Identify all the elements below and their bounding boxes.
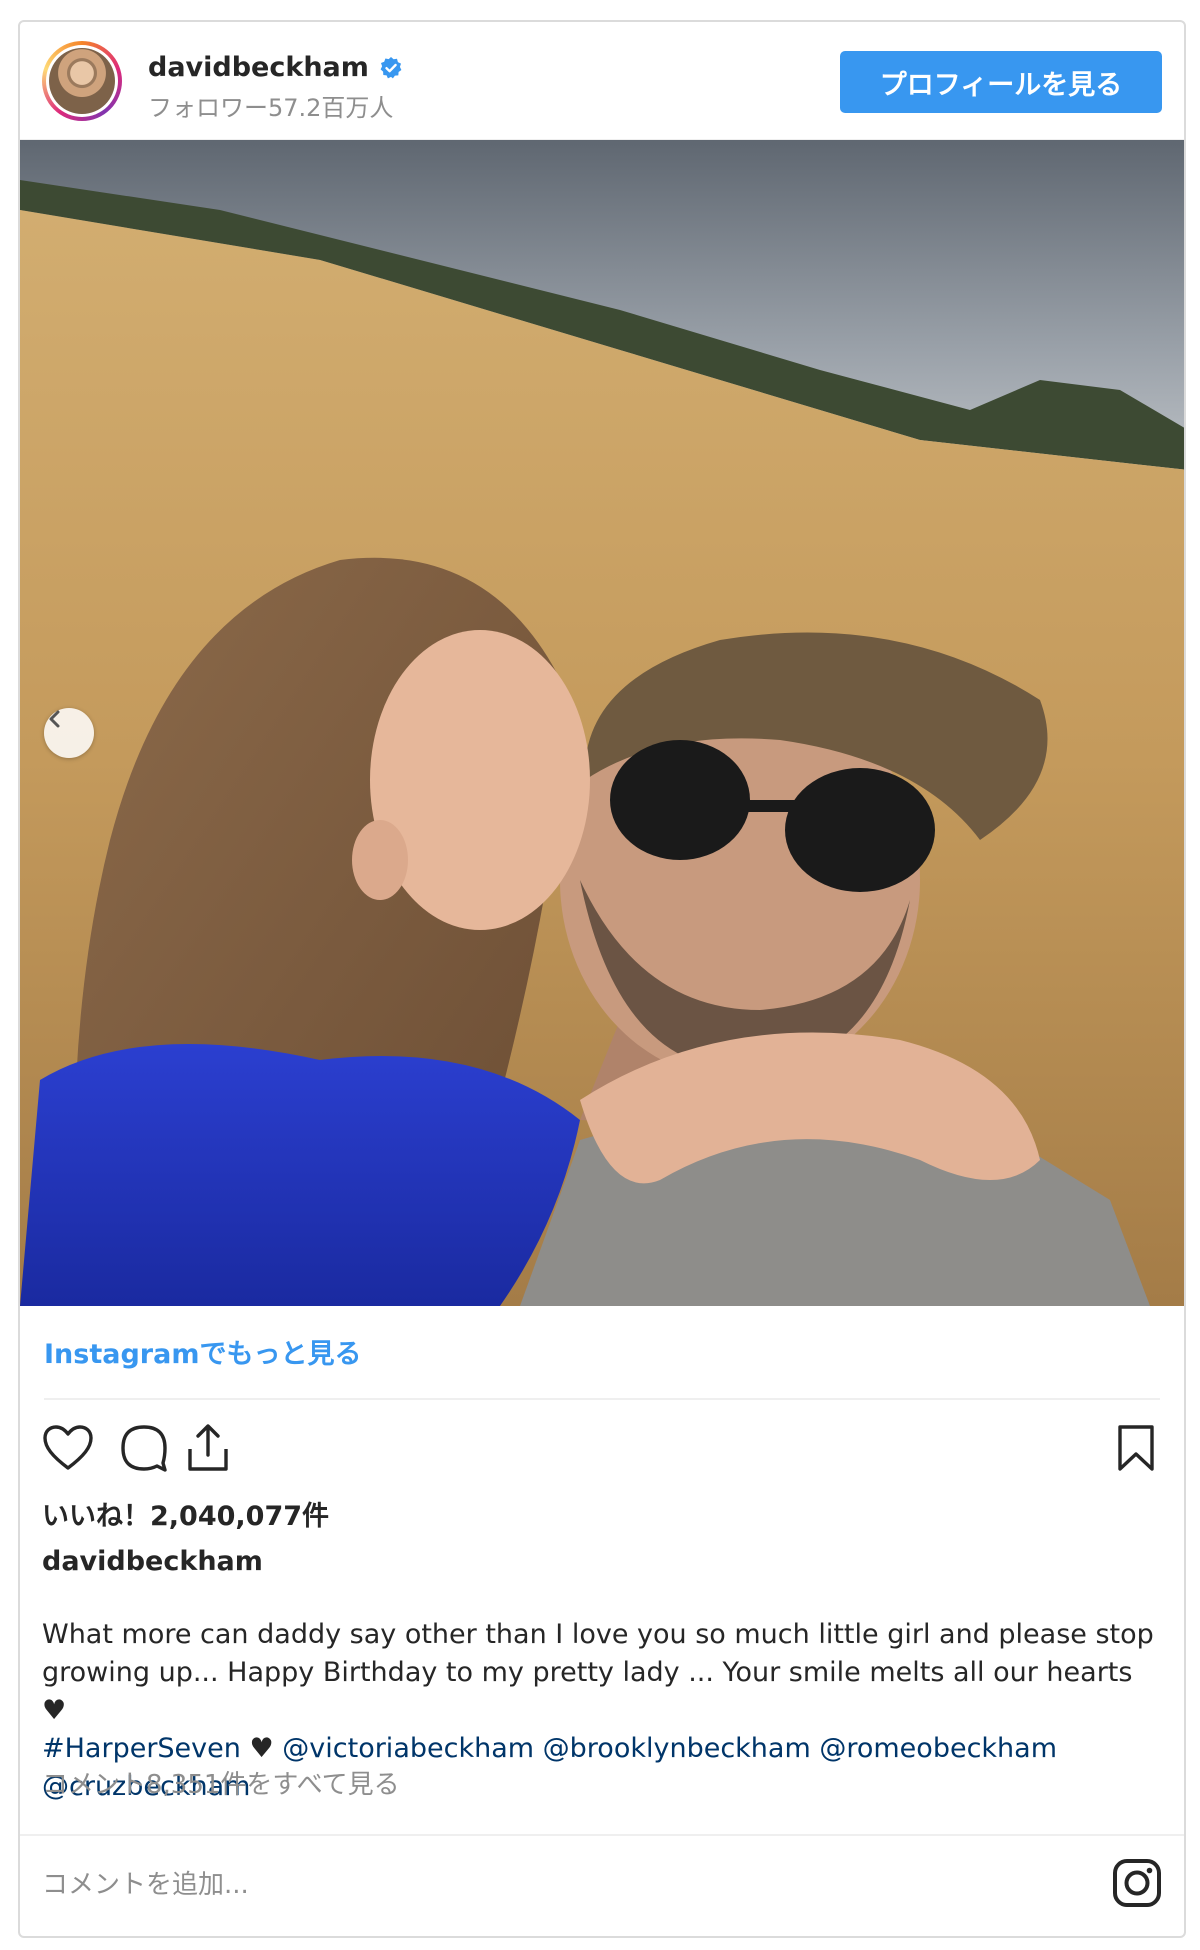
- caption-line: What more can daddy say other than I lov…: [42, 1619, 1154, 1650]
- post-photo[interactable]: [20, 140, 1184, 1306]
- instagram-logo-icon[interactable]: [1112, 1858, 1162, 1908]
- bookmark-button[interactable]: [1108, 1420, 1164, 1476]
- follower-count: フォロワー57.2百万人: [148, 94, 394, 122]
- avatar-image: [49, 48, 115, 114]
- view-profile-button[interactable]: プロフィールを見る: [840, 51, 1162, 113]
- instagram-embed-card: davidbeckham フォロワー57.2百万人 プロフィールを見る Inst…: [18, 20, 1186, 1938]
- view-more-on-instagram-link[interactable]: Instagramでもっと見る: [44, 1332, 361, 1371]
- previous-image-button[interactable]: [44, 708, 94, 758]
- comment-button[interactable]: [116, 1420, 172, 1476]
- photo-illustration: [20, 140, 1184, 1306]
- footer-divider: [20, 1834, 1184, 1836]
- bookmark-icon: [1118, 1425, 1154, 1471]
- action-bar: [40, 1420, 1164, 1476]
- view-all-comments-link[interactable]: コメント8,351件をすべて見る: [42, 1764, 400, 1801]
- share-icon: [188, 1424, 228, 1471]
- mention-link[interactable]: @victoriabeckham: [282, 1733, 534, 1764]
- caption-username[interactable]: davidbeckham: [42, 1546, 263, 1577]
- post-header: davidbeckham フォロワー57.2百万人 プロフィールを見る: [20, 22, 1184, 140]
- instagram-logo-glyph: [1113, 1859, 1161, 1907]
- heart-icon: [43, 1425, 93, 1470]
- section-divider: [44, 1398, 1160, 1400]
- share-button[interactable]: [180, 1420, 236, 1476]
- caption-heart: ♥: [249, 1733, 274, 1764]
- hashtag-link[interactable]: #HarperSeven: [42, 1733, 241, 1764]
- mention-link[interactable]: @brooklynbeckham: [543, 1733, 811, 1764]
- caption-tags-line: #HarperSeven ♥ @victoriabeckham @brookly…: [42, 1730, 1162, 1768]
- add-comment-input[interactable]: コメントを追加...: [42, 1864, 249, 1901]
- mention-link[interactable]: @romeobeckham: [819, 1733, 1057, 1764]
- header-username-text[interactable]: davidbeckham: [148, 52, 369, 83]
- avatar-frame: [46, 45, 118, 117]
- avatar[interactable]: [42, 41, 122, 121]
- comment-icon: [121, 1425, 167, 1472]
- like-count[interactable]: いいね！2,040,077件: [42, 1494, 329, 1533]
- verified-badge-icon: [380, 56, 402, 78]
- like-button[interactable]: [40, 1420, 96, 1476]
- chevron-left-icon: [49, 710, 60, 728]
- header-username[interactable]: davidbeckham: [148, 52, 403, 83]
- caption-line: growing up... Happy Birthday to my prett…: [42, 1657, 1133, 1726]
